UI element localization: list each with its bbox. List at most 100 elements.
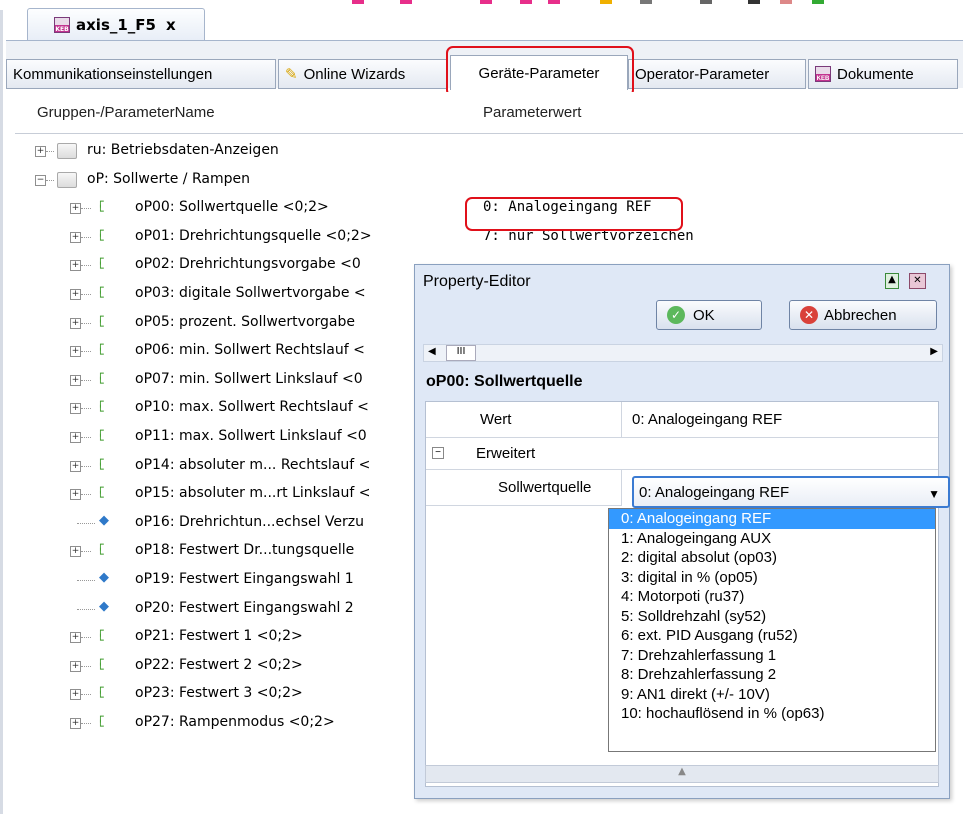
expand-icon[interactable]: + (70, 346, 81, 358)
dropdown-option[interactable]: 5: Solldrehzahl (sy52) (609, 607, 935, 627)
wert-value[interactable]: 0: Analogeingang REF (622, 402, 938, 438)
expand-icon[interactable]: + (70, 260, 81, 272)
close-dialog-icon[interactable]: ✕ (909, 273, 926, 289)
top-strip (0, 0, 963, 8)
tree-connector (81, 408, 91, 410)
folder-icon (57, 171, 77, 188)
tree-label: oP21: Festwert 1 <0;2> (135, 628, 303, 645)
dropdown-option[interactable]: 9: AN1 direkt (+/- 10V) (609, 685, 935, 705)
tree-connector (77, 608, 95, 610)
expand-icon[interactable]: + (70, 460, 81, 472)
dropdown-option[interactable]: 3: digital in % (op05) (609, 568, 935, 588)
tree-connector (81, 294, 91, 295)
tab-dokumente[interactable]: KEB Dokumente (808, 59, 958, 89)
dropdown-option[interactable]: 1: Analogeingang AUX (609, 529, 935, 549)
column-header-value[interactable]: Parameterwert (483, 104, 581, 121)
dropdown-option[interactable]: 0: Analogeingang REF (609, 509, 935, 529)
tree-header: Gruppen-/ParameterName Parameterwert (15, 92, 963, 134)
expand-icon[interactable]: + (70, 489, 81, 501)
tree-label: oP15: absoluter m...rt Linkslauf < (135, 485, 371, 502)
expand-icon[interactable]: + (70, 432, 81, 443)
tree-connector (81, 236, 91, 238)
expand-icon[interactable]: + (70, 317, 81, 329)
tab-online-wizards[interactable]: ✎ Online Wizards (278, 59, 448, 89)
tree-row[interactable]: − oP: Sollwerte / Rampen (15, 165, 963, 196)
expand-icon[interactable]: + (70, 374, 81, 386)
tree-connector (81, 551, 91, 553)
ok-label: OK (693, 306, 715, 324)
tree-label: oP07: min. Sollwert Linkslauf <0 (135, 370, 363, 387)
tab-label: Online Wizards (303, 65, 406, 83)
cancel-icon: ✕ (800, 306, 818, 324)
parameter-icon: ┌ └ (97, 452, 104, 476)
tree-label: oP: Sollwerte / Rampen (87, 170, 250, 187)
tree-label: oP05: prozent. Sollwertvorgabe (135, 313, 355, 330)
value-icon: ◆ (99, 570, 109, 585)
tree-row[interactable]: + ru: Betriebsdaten-Anzeigen (15, 136, 963, 167)
tree-connector (81, 379, 91, 381)
tree-connector (81, 322, 91, 324)
parameter-icon: ┌ └ (97, 538, 104, 562)
value-icon: ◆ (99, 512, 109, 528)
sollwert-label: Sollwertquelle (426, 470, 622, 506)
erweitert-row[interactable]: − Erweitert (426, 438, 938, 470)
ok-button[interactable]: ✓ OK (656, 300, 762, 330)
tree-label: oP22: Festwert 2 <0;2> (135, 656, 303, 673)
expand-icon[interactable]: + (70, 546, 81, 558)
dropdown-option[interactable]: 8: Drehzahlerfassung 2 (609, 665, 935, 685)
sollwertquelle-select[interactable]: 0: Analogeingang REF ▼ (632, 476, 950, 508)
cancel-label: Abbrechen (824, 306, 897, 324)
tree-label: oP16: Drehrichtun...echsel Verzu (135, 513, 365, 530)
select-value: 0: Analogeingang REF (639, 483, 790, 501)
horizontal-scrollbar[interactable]: ◀ III ▶ (423, 344, 943, 362)
scroll-thumb[interactable]: III (446, 345, 476, 361)
pin-icon[interactable]: ▲ (885, 273, 899, 289)
scroll-left-icon[interactable]: ◀ (428, 346, 436, 357)
tab-label: Operator-Parameter (635, 65, 770, 83)
expand-icon[interactable]: + (70, 632, 81, 644)
check-icon: ✓ (667, 306, 685, 324)
tab-operator-parameter[interactable]: Operator-Parameter (628, 59, 806, 89)
left-border (0, 10, 3, 814)
folder-icon (57, 143, 77, 159)
expand-icon[interactable]: − (35, 174, 46, 186)
chevron-down-icon[interactable]: ▼ (928, 487, 940, 501)
expand-icon[interactable]: + (70, 289, 81, 300)
expand-icon[interactable]: + (70, 660, 81, 672)
expand-icon[interactable]: + (70, 403, 81, 415)
cancel-button[interactable]: ✕ Abbrechen (789, 300, 937, 330)
tree-connector (81, 637, 91, 639)
tree-label: oP27: Rampenmodus <0;2> (135, 714, 335, 730)
tree-connector (46, 151, 54, 152)
expand-icon[interactable]: + (70, 718, 81, 729)
column-header-name[interactable]: Gruppen-/ParameterName (37, 104, 215, 121)
parameter-icon: ┌ └ (97, 366, 104, 390)
dropdown-option[interactable]: 2: digital absolut (op03) (609, 548, 935, 568)
expand-icon[interactable]: + (70, 231, 81, 243)
expand-icon[interactable]: + (70, 689, 81, 701)
tree-connector (81, 723, 91, 724)
tab-kommunikationseinstellungen[interactable]: Kommunikationseinstellungen (6, 59, 276, 89)
tree-connector (77, 580, 95, 581)
scroll-right-icon[interactable]: ▶ (930, 346, 938, 357)
close-icon[interactable]: x (166, 16, 176, 34)
dropdown-option[interactable]: 4: Motorpoti (ru37) (609, 587, 935, 607)
collapse-icon[interactable]: − (432, 447, 444, 459)
highlight-tab-box (446, 46, 634, 97)
tree-connector (81, 694, 91, 696)
parameter-icon: ┌ └ (97, 624, 104, 648)
resize-grip[interactable]: ▲ (425, 765, 939, 783)
wert-label: Wert (426, 402, 622, 438)
expand-icon[interactable]: + (35, 146, 46, 157)
parameter-icon: ┌ └ (97, 424, 104, 447)
expand-icon[interactable]: + (70, 203, 81, 215)
dialog-title: Property-Editor (423, 273, 531, 290)
dropdown-option[interactable]: 10: hochauflösend in % (op63) (609, 704, 935, 724)
dropdown-option[interactable]: 7: Drehzahlerfassung 1 (609, 646, 935, 666)
dropdown-option[interactable]: 6: ext. PID Ausgang (ru52) (609, 626, 935, 646)
parameter-icon: ┌ └ (97, 281, 104, 304)
document-tab[interactable]: KEB axis_1_F5 x (27, 8, 205, 40)
tab-label: Dokumente (837, 65, 914, 83)
parameter-icon: ┌ └ (97, 681, 104, 705)
tree-connector (81, 265, 91, 267)
